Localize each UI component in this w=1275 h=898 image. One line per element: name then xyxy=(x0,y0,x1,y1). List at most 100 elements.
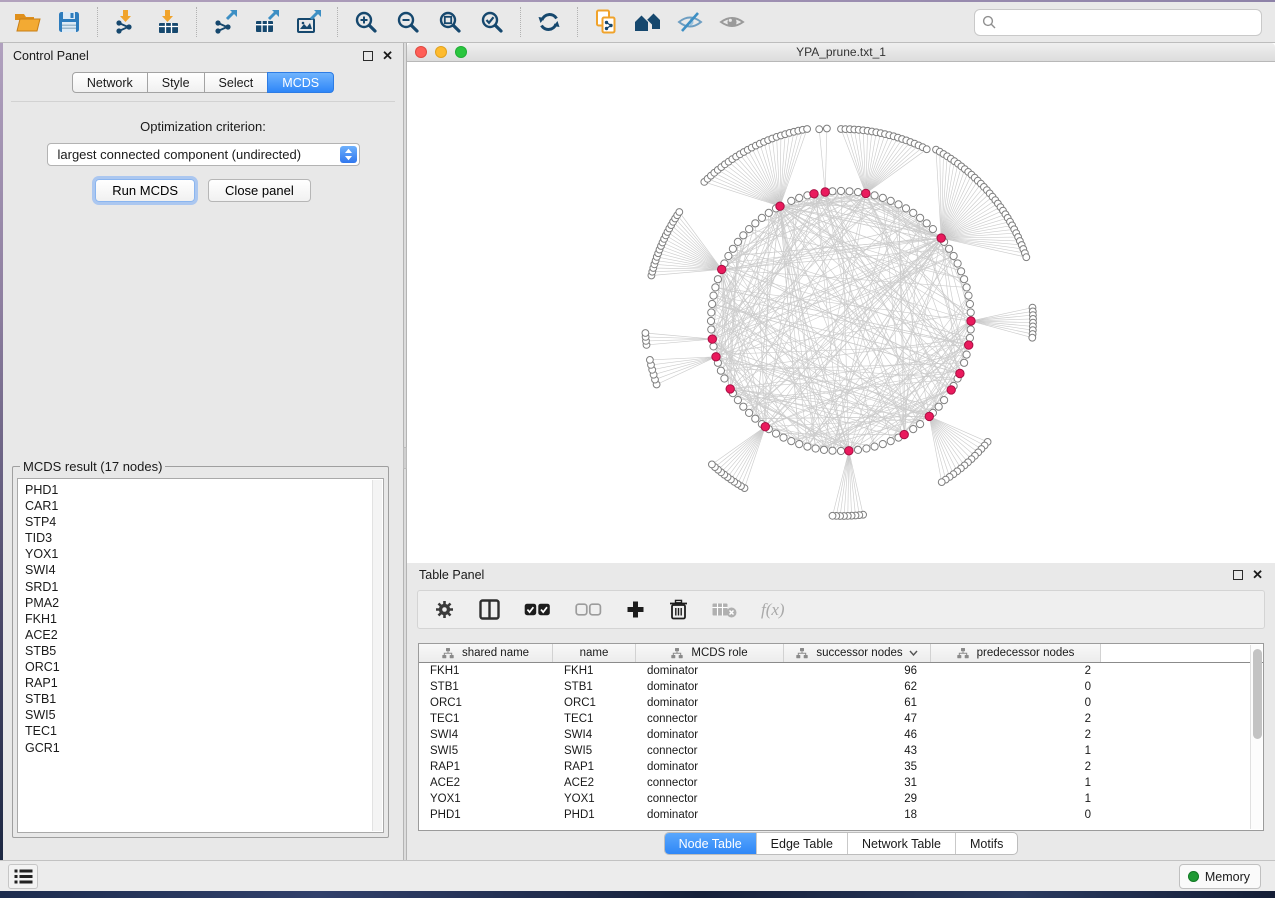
zoom-fit-icon[interactable] xyxy=(429,5,471,39)
table-row[interactable]: FKH1FKH1dominator962 xyxy=(419,663,1263,679)
table-row[interactable]: SWI4SWI4dominator462 xyxy=(419,727,1263,743)
mcds-node[interactable] xyxy=(708,335,716,343)
select-all-icon[interactable] xyxy=(524,603,551,617)
mcds-node[interactable] xyxy=(967,317,975,325)
network-node[interactable] xyxy=(950,252,957,259)
network-node[interactable] xyxy=(967,326,974,333)
run-mcds-button[interactable]: Run MCDS xyxy=(95,179,195,202)
network-node[interactable] xyxy=(717,367,724,374)
show-graphics-details-icon[interactable] xyxy=(711,5,753,39)
table-row[interactable]: ACE2ACE2connector311 xyxy=(419,775,1263,791)
mcds-node[interactable] xyxy=(810,190,818,198)
network-node[interactable] xyxy=(961,359,968,366)
network-canvas[interactable] xyxy=(407,62,1275,563)
tab-select[interactable]: Select xyxy=(204,72,269,93)
network-node[interactable] xyxy=(765,209,772,216)
network-node[interactable] xyxy=(780,434,787,441)
network-node[interactable] xyxy=(879,194,886,201)
network-node[interactable] xyxy=(935,403,942,410)
network-node[interactable] xyxy=(958,268,965,275)
mcds-node[interactable] xyxy=(937,234,945,242)
network-node[interactable] xyxy=(963,284,970,291)
mcds-node[interactable] xyxy=(821,188,829,196)
float-table-panel-icon[interactable] xyxy=(1233,570,1243,580)
network-node[interactable] xyxy=(929,226,936,233)
network-node[interactable] xyxy=(714,276,721,283)
network-leaf-node[interactable] xyxy=(1023,254,1030,261)
open-session-icon[interactable] xyxy=(6,5,48,39)
mcds-node[interactable] xyxy=(925,412,933,420)
network-node[interactable] xyxy=(910,209,917,216)
network-node[interactable] xyxy=(796,194,803,201)
float-panel-icon[interactable] xyxy=(363,51,373,61)
table-row[interactable]: RAP1RAP1dominator352 xyxy=(419,759,1263,775)
network-node[interactable] xyxy=(954,260,961,267)
network-node[interactable] xyxy=(965,292,972,299)
search-box[interactable] xyxy=(974,9,1262,36)
export-table-icon[interactable] xyxy=(246,5,288,39)
network-node[interactable] xyxy=(917,214,924,221)
table-row[interactable]: PHD1PHD1dominator180 xyxy=(419,807,1263,823)
column-header-shared-name[interactable]: shared name xyxy=(419,644,553,662)
tab-edge-table[interactable]: Edge Table xyxy=(756,833,847,854)
mcds-result-list[interactable]: PHD1CAR1STP4TID3YOX1SWI4SRD1PMA2FKH1ACE2… xyxy=(17,478,384,833)
network-node[interactable] xyxy=(837,447,844,454)
mcds-result-item[interactable]: ACE2 xyxy=(25,627,383,643)
network-node[interactable] xyxy=(887,197,894,204)
column-header-name[interactable]: name xyxy=(553,644,636,662)
import-network-icon[interactable] xyxy=(105,5,147,39)
network-node[interactable] xyxy=(829,188,836,195)
hide-graphics-details-icon[interactable] xyxy=(669,5,711,39)
first-neighbors-icon[interactable] xyxy=(627,5,669,39)
network-node[interactable] xyxy=(752,220,759,227)
mcds-result-item[interactable]: STB1 xyxy=(25,691,383,707)
column-header-successor-nodes[interactable]: successor nodes xyxy=(784,644,931,662)
tab-style[interactable]: Style xyxy=(147,72,205,93)
table-row[interactable]: TEC1TEC1connector472 xyxy=(419,711,1263,727)
column-header-MCDS-role[interactable]: MCDS role xyxy=(636,644,784,662)
export-network-icon[interactable] xyxy=(204,5,246,39)
memory-button[interactable]: Memory xyxy=(1179,864,1261,889)
network-node[interactable] xyxy=(746,409,753,416)
network-node[interactable] xyxy=(812,445,819,452)
network-node[interactable] xyxy=(804,443,811,450)
network-node[interactable] xyxy=(923,220,930,227)
mcds-result-item[interactable]: FKH1 xyxy=(25,611,383,627)
network-node[interactable] xyxy=(725,252,732,259)
zoom-in-icon[interactable] xyxy=(345,5,387,39)
network-node[interactable] xyxy=(820,446,827,453)
table-scrollbar[interactable] xyxy=(1250,645,1262,829)
network-node[interactable] xyxy=(961,276,968,283)
network-node[interactable] xyxy=(967,309,974,316)
network-node[interactable] xyxy=(946,245,953,252)
save-session-icon[interactable] xyxy=(48,5,90,39)
network-node[interactable] xyxy=(963,351,970,358)
optimization-criterion-select[interactable]: largest connected component (undirected) xyxy=(47,143,360,166)
network-node[interactable] xyxy=(966,300,973,307)
network-node[interactable] xyxy=(829,447,836,454)
network-leaf-node[interactable] xyxy=(829,512,836,519)
network-leaf-node[interactable] xyxy=(642,330,649,337)
apply-preferred-layout-icon[interactable] xyxy=(528,5,570,39)
zoom-out-icon[interactable] xyxy=(387,5,429,39)
mcds-node[interactable] xyxy=(712,353,720,361)
mcds-result-item[interactable]: PMA2 xyxy=(25,595,383,611)
mcds-node[interactable] xyxy=(956,369,964,377)
mcds-node[interactable] xyxy=(900,430,908,438)
panel-layout-button[interactable] xyxy=(8,864,38,889)
network-node[interactable] xyxy=(707,317,714,324)
network-leaf-node[interactable] xyxy=(647,357,654,364)
network-node[interactable] xyxy=(710,292,717,299)
mcds-node[interactable] xyxy=(776,202,784,210)
settings-gear-icon[interactable] xyxy=(434,599,455,620)
network-node[interactable] xyxy=(879,441,886,448)
network-node[interactable] xyxy=(796,441,803,448)
mcds-node[interactable] xyxy=(761,423,769,431)
network-leaf-node[interactable] xyxy=(709,461,716,468)
close-table-panel-icon[interactable]: ✕ xyxy=(1252,570,1263,580)
clone-network-icon[interactable] xyxy=(585,5,627,39)
mcds-result-item[interactable]: CAR1 xyxy=(25,498,383,514)
network-node[interactable] xyxy=(734,238,741,245)
mcds-result-item[interactable]: SWI5 xyxy=(25,707,383,723)
network-node[interactable] xyxy=(910,426,917,433)
